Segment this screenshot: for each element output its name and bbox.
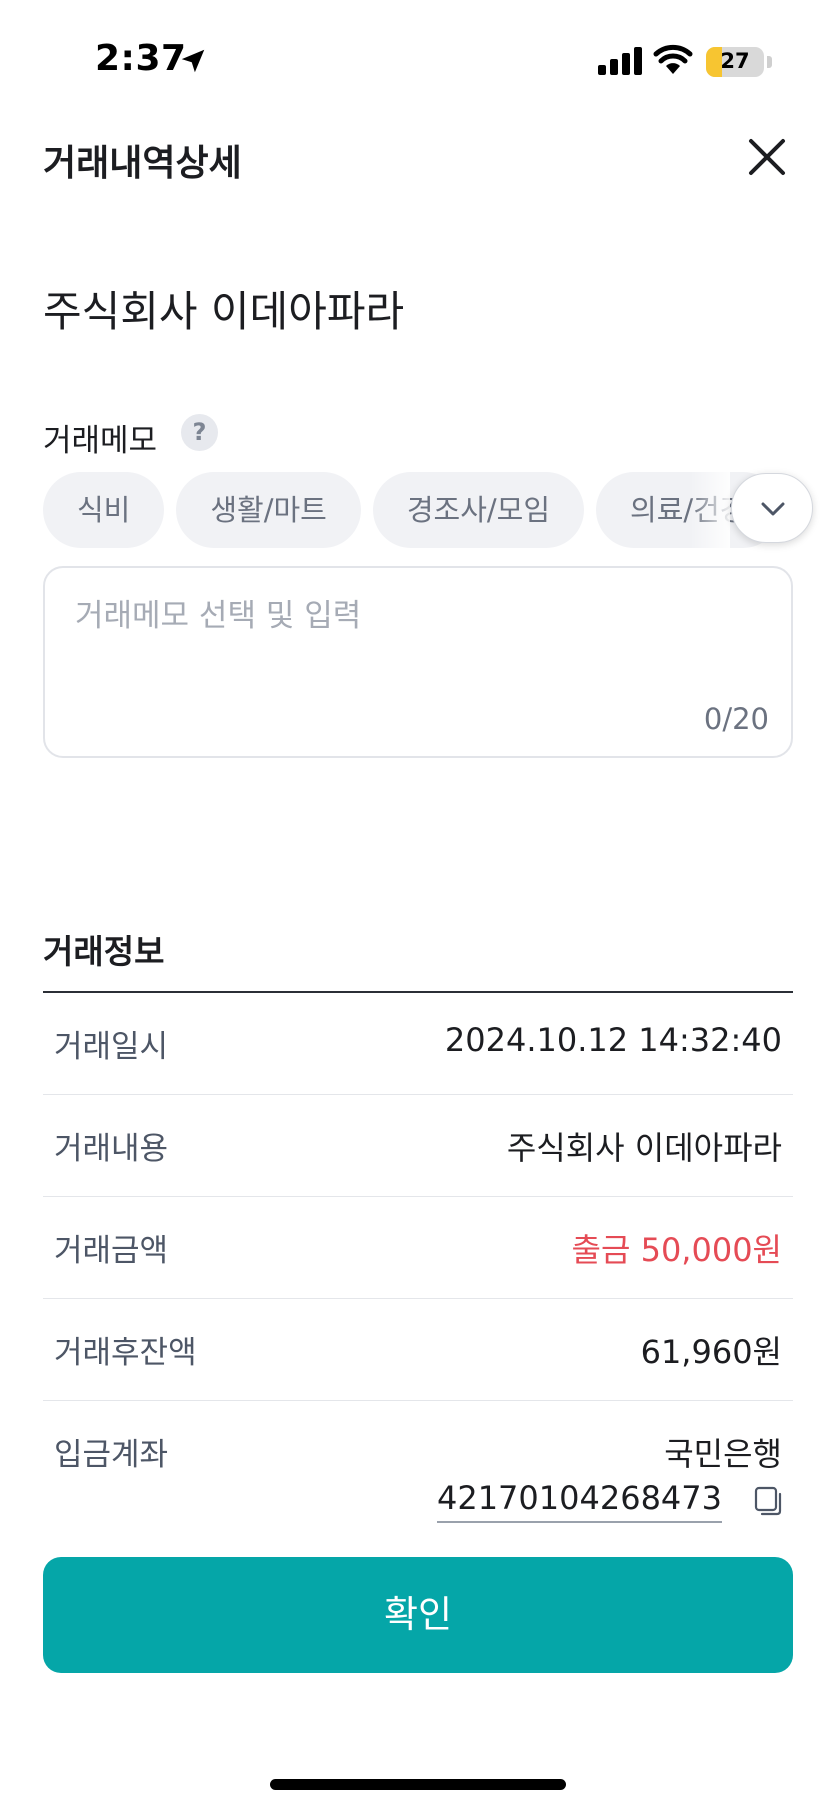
row-value: 61,960원 [640,1333,782,1371]
memo-category-chips: 식비 생활/마트 경조사/모임 의료/건강 [43,472,793,548]
info-row-balance: 거래후잔액 61,960원 [43,1299,793,1401]
memo-field: 0/20 [43,566,793,758]
info-row-description: 거래내용 주식회사 이데아파라 [43,1095,793,1197]
memo-category-chip[interactable]: 경조사/모임 [372,472,585,548]
row-label: 거래내용 [54,1131,169,1167]
cellular-signal-icon [598,47,642,75]
chips-fade [690,472,730,548]
section-title: 거래정보 [43,932,165,971]
page-title: 거래내역상세 [43,143,242,184]
memo-char-counter: 0/20 [703,702,769,736]
info-row-datetime: 거래일시 2024.10.12 14:32:40 [43,993,793,1095]
merchant-name: 주식회사 이데아파라 [43,287,405,336]
chevron-down-icon [761,502,785,516]
account-number[interactable]: 42170104268473 [436,1479,722,1523]
wifi-icon [653,44,693,74]
bank-name: 국민은행 [664,1435,782,1473]
status-bar: 2:37 27 [0,0,835,124]
memo-label: 거래메모 [43,423,158,459]
row-label: 거래후잔액 [54,1335,197,1371]
row-value: 2024.10.12 14:32:40 [444,1021,782,1059]
memo-category-chip[interactable]: 생활/마트 [176,472,361,548]
question-icon[interactable]: ? [181,414,218,451]
info-row-amount: 거래금액 출금 50,000원 [43,1197,793,1299]
battery-level: 27 [720,49,750,73]
memo-category-chip[interactable]: 식비 [43,472,165,548]
copy-icon[interactable] [753,1485,785,1517]
info-row-account: 입금계좌 국민은행 42170104268473 [43,1401,793,1541]
confirm-button[interactable]: 확인 [43,1557,793,1673]
home-indicator[interactable] [270,1779,566,1790]
location-arrow-icon [181,49,205,73]
battery-indicator: 27 [706,47,764,77]
battery-cap [767,56,772,68]
close-icon[interactable] [742,132,792,182]
row-value: 주식회사 이데아파라 [506,1129,782,1167]
row-label: 입금계좌 [54,1437,169,1473]
memo-input[interactable] [75,598,755,634]
row-label: 거래금액 [54,1233,169,1269]
amount-value: 출금 50,000원 [571,1231,782,1269]
row-label: 거래일시 [54,1029,169,1065]
status-time: 2:37 [95,38,187,79]
expand-categories-button[interactable] [731,473,813,543]
